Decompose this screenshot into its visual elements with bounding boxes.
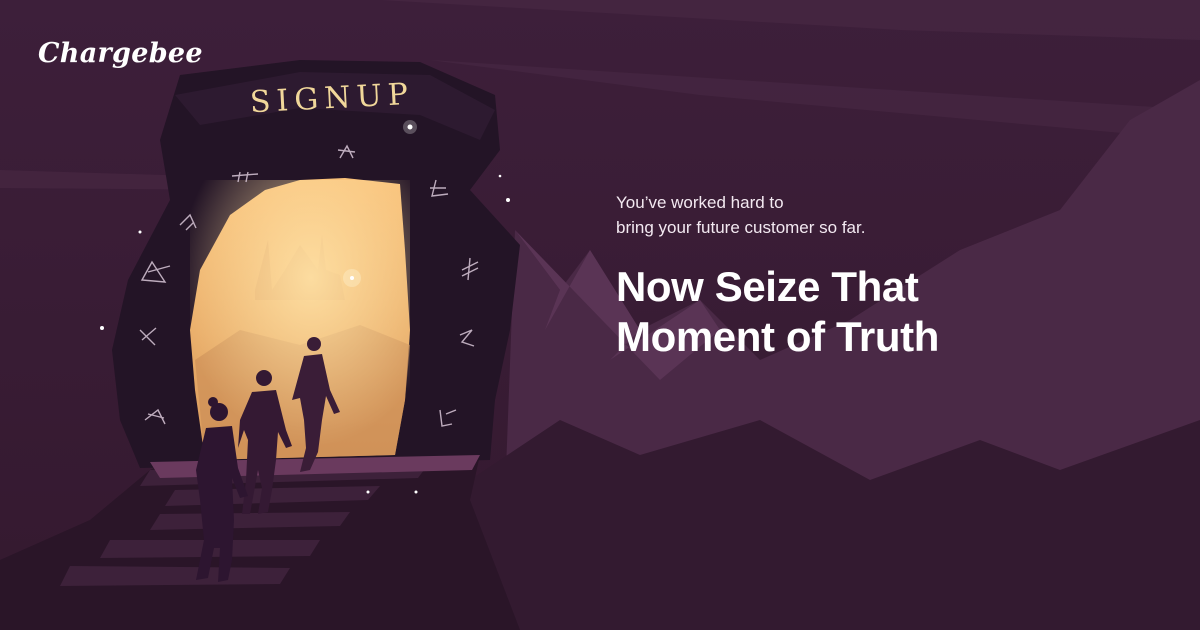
star-icon — [498, 174, 502, 178]
brand-logo[interactable]: Chargebee — [38, 38, 203, 69]
star-icon — [100, 326, 104, 330]
hero-subtitle-line: You’ve worked hard to — [616, 193, 784, 212]
star-icon — [414, 490, 418, 494]
hero-headline: Now Seize That Moment of Truth — [616, 262, 1136, 362]
star-icon — [506, 198, 510, 202]
star-icon — [138, 230, 142, 234]
hero-subtitle: You’ve worked hard to bring your future … — [616, 190, 1036, 240]
star-icon — [366, 490, 370, 494]
hero-headline-line: Moment of Truth — [616, 313, 939, 360]
hero-banner: SIGNUP Chargebee You’ve worked hard to b… — [0, 0, 1200, 630]
hero-headline-line: Now Seize That — [616, 263, 919, 310]
hero-subtitle-line: bring your future customer so far. — [616, 218, 866, 237]
